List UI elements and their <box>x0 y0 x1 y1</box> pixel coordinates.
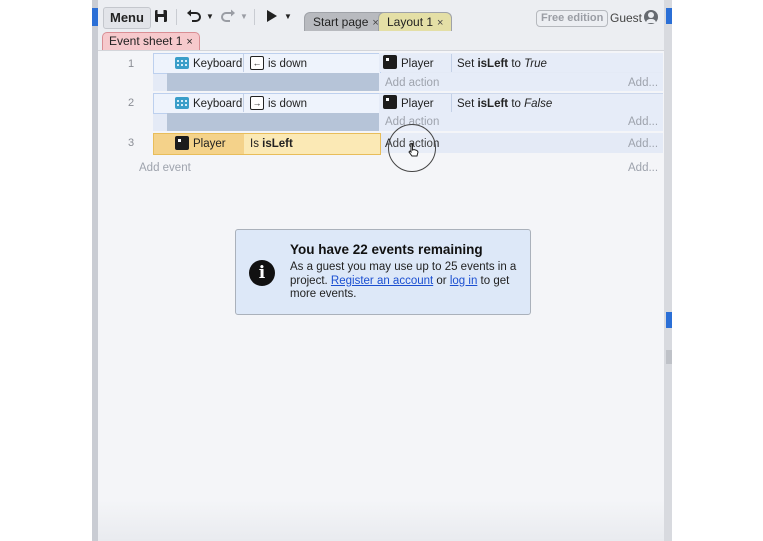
user-name[interactable]: Guest <box>610 11 642 26</box>
save-icon[interactable] <box>154 9 168 27</box>
close-icon[interactable]: × <box>437 17 443 29</box>
event-number: 1 <box>128 58 135 70</box>
sheet-tab-bar: Event sheet 1 × <box>98 32 664 51</box>
redo-dropdown-icon[interactable]: ▼ <box>240 9 248 25</box>
add-more-link[interactable]: Add... <box>628 76 658 90</box>
toolbar-divider <box>254 9 255 25</box>
keyboard-icon <box>175 57 189 69</box>
cell-divider <box>451 94 452 112</box>
add-more-link[interactable]: Add... <box>628 115 658 129</box>
notice-body: As a guest you may use up to 25 events i… <box>290 261 517 300</box>
action-object: Player <box>401 98 434 110</box>
redo-icon[interactable] <box>220 9 236 27</box>
login-link[interactable]: log in <box>450 275 478 287</box>
free-edition-badge[interactable]: Free edition <box>536 10 609 27</box>
condition-text: Is isLeft <box>250 138 293 150</box>
action-text: Set isLeft to False <box>457 98 553 110</box>
right-arrow-key-icon: → <box>250 96 264 110</box>
keyboard-icon <box>175 97 189 109</box>
condition-drop-area[interactable] <box>167 73 379 91</box>
undo-dropdown-icon[interactable]: ▼ <box>206 9 214 25</box>
cell-divider <box>243 54 244 72</box>
condition-text: is down <box>268 58 307 70</box>
notice-title: You have 22 events remaining <box>290 242 483 257</box>
main-toolbar: Menu ▼ ▼ ▼ Start page × Layout 1 × Free ed… <box>98 0 664 32</box>
event-number: 3 <box>128 137 135 149</box>
play-icon[interactable] <box>266 9 278 27</box>
player-icon <box>175 136 189 150</box>
undo-icon[interactable] <box>186 9 202 27</box>
tab-label: Event sheet 1 <box>109 34 183 48</box>
action-object: Player <box>401 58 434 70</box>
info-icon: i <box>249 260 275 286</box>
editor-window: Menu ▼ ▼ ▼ Start page × Layout 1 × Free ed… <box>98 0 664 541</box>
tab-layout-1[interactable]: Layout 1 × <box>378 12 453 31</box>
close-icon[interactable]: × <box>186 36 192 48</box>
menu-button[interactable]: Menu <box>103 7 151 29</box>
condition-text: is down <box>268 98 307 110</box>
condition-drop-area[interactable] <box>167 113 379 131</box>
window-edge-marker <box>666 8 672 24</box>
player-icon <box>383 55 397 69</box>
register-link[interactable]: Register an account <box>331 275 433 287</box>
condition-object: Player <box>193 138 226 150</box>
add-more-link[interactable]: Add... <box>628 161 658 175</box>
hand-cursor-icon <box>407 143 419 160</box>
condition-object: Keyboard <box>193 98 243 110</box>
play-dropdown-icon[interactable]: ▼ <box>284 9 292 25</box>
add-event-link[interactable]: Add event <box>139 161 191 175</box>
add-more-link[interactable]: Add... <box>628 137 658 151</box>
condition-object: Keyboard <box>193 58 243 70</box>
tab-label: Start page <box>313 15 369 29</box>
window-edge-marker <box>666 350 672 364</box>
sheet-bottom <box>98 500 664 541</box>
tab-event-sheet-1[interactable]: Event sheet 1 × <box>102 32 200 50</box>
window-frame-right <box>664 0 672 541</box>
event-number: 2 <box>128 97 135 109</box>
left-arrow-key-icon: ← <box>250 56 264 70</box>
cell-divider <box>451 54 452 72</box>
user-avatar-icon[interactable] <box>644 10 658 24</box>
events-remaining-notice: i You have 22 events remaining As a gues… <box>235 229 531 315</box>
add-action-link[interactable]: Add action <box>385 76 439 90</box>
tab-start-page[interactable]: Start page × <box>304 12 388 31</box>
toolbar-divider <box>176 9 177 25</box>
window-edge-marker <box>666 312 672 328</box>
player-icon <box>383 95 397 109</box>
tab-label: Layout 1 <box>387 15 434 29</box>
action-text: Set isLeft to True <box>457 58 547 70</box>
cell-divider <box>243 94 244 112</box>
